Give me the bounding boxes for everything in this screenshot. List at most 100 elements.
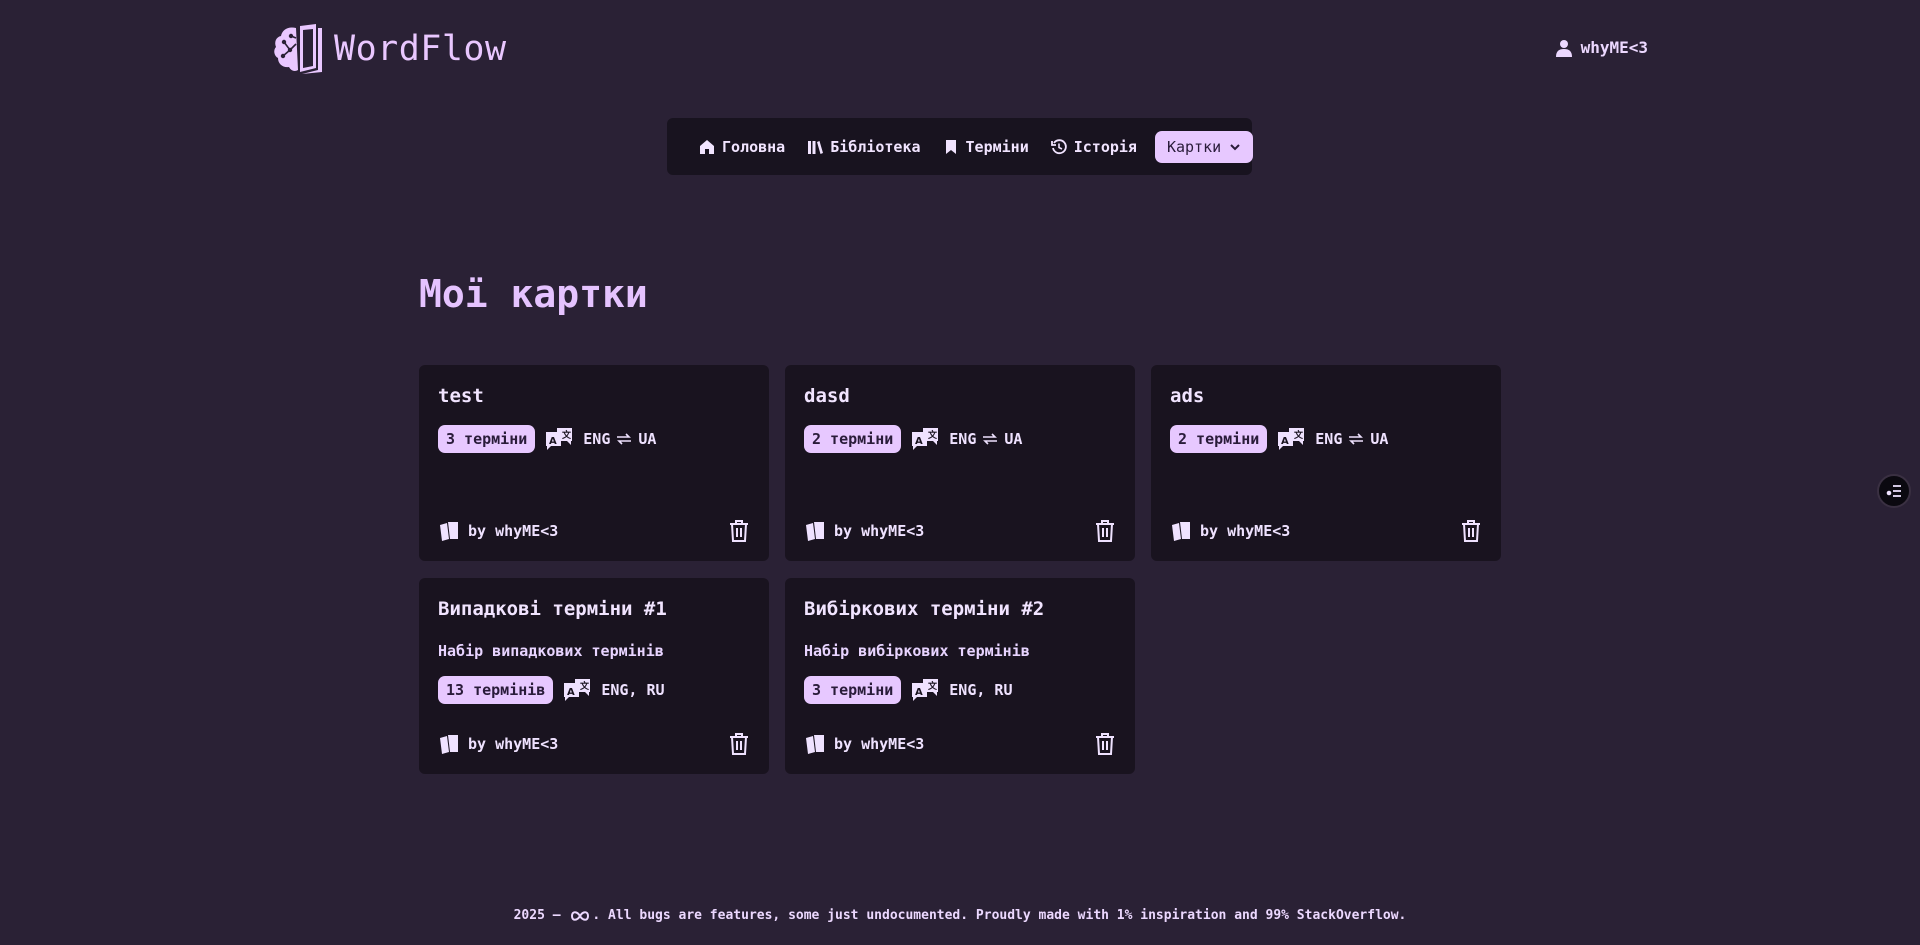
card-author: by whyME<3	[1170, 520, 1290, 542]
nav-library-label: Бібліотека	[830, 137, 921, 156]
cards-icon	[806, 735, 824, 754]
lang-to: UA	[638, 430, 657, 448]
svg-text:文: 文	[561, 429, 572, 441]
username: whyME<3	[1580, 38, 1648, 57]
trash-icon[interactable]	[728, 732, 750, 756]
card-title: Вибіркових терміни #2	[804, 598, 1045, 620]
floating-settings-button[interactable]	[1877, 474, 1911, 508]
term-count-badge: 3 терміни	[438, 425, 536, 453]
card-description: Набір вибіркових термінів	[804, 642, 1030, 660]
term-count-badge: 3 терміни	[804, 676, 902, 704]
history-icon	[1050, 138, 1067, 154]
translate-icon: A文	[912, 428, 939, 450]
trash-icon[interactable]	[1460, 519, 1482, 543]
nav-history[interactable]: Історія	[1050, 137, 1137, 156]
svg-text:文: 文	[927, 429, 938, 441]
svg-text:A: A	[915, 436, 923, 447]
card-description: Набір випадкових термінів	[438, 642, 664, 660]
app-name: WordFlow	[334, 29, 507, 69]
trash-icon[interactable]	[1094, 519, 1116, 543]
author-name: by whyME<3	[834, 735, 925, 753]
nav-library[interactable]: Бібліотека	[807, 137, 921, 156]
card-meta: 3 терміни A文 ENG, RU	[804, 676, 1116, 704]
svg-text:A: A	[549, 436, 557, 447]
svg-text:文: 文	[927, 680, 938, 692]
nav-home[interactable]: Головна	[699, 138, 785, 156]
swap-icon	[617, 433, 632, 445]
translate-icon: A文	[1278, 428, 1305, 450]
nav-cards-dropdown[interactable]: Картки	[1154, 130, 1254, 163]
nav-history-label: Історія	[1073, 137, 1137, 156]
card-meta: 3 терміни A文 ENG UA	[438, 425, 750, 453]
card-footer: by whyME<3	[438, 519, 750, 543]
chevron-down-icon	[1230, 143, 1240, 150]
card-title: dasd	[804, 385, 850, 407]
nav-terms-label: Терміни	[965, 137, 1029, 156]
lang-from: ENG	[1315, 430, 1343, 448]
svg-text:文: 文	[1293, 429, 1304, 441]
bookmark-icon	[945, 139, 956, 154]
card-footer: by whyME<3	[804, 519, 1116, 543]
lang-to: UA	[1370, 430, 1389, 448]
swap-icon	[1349, 433, 1364, 445]
filter-list-icon	[1886, 485, 1901, 497]
author-name: by whyME<3	[468, 735, 559, 753]
cards-icon	[440, 522, 458, 541]
user-menu[interactable]: whyME<3	[1555, 38, 1648, 57]
card-title: ads	[1170, 385, 1205, 407]
cards-icon	[440, 735, 458, 754]
header: WordFlow whyME<3	[0, 0, 1920, 100]
page-title: Мої картки	[419, 272, 648, 316]
trash-icon[interactable]	[1094, 732, 1116, 756]
lang-from: ENG	[583, 430, 611, 448]
library-icon	[808, 140, 824, 154]
flashcard-set[interactable]: Випадкові терміни #1 Набір випадкових те…	[419, 578, 769, 774]
card-author: by whyME<3	[804, 733, 924, 755]
author-name: by whyME<3	[834, 522, 925, 540]
svg-text:A: A	[915, 687, 923, 698]
language-pair: ENG UA	[949, 430, 1022, 448]
lang-to: UA	[1004, 430, 1023, 448]
translate-icon: A文	[912, 679, 939, 701]
term-count-badge: 13 термінів	[438, 676, 554, 704]
translate-icon: A文	[564, 679, 591, 701]
card-author: by whyME<3	[438, 733, 558, 755]
card-footer: by whyME<3	[438, 732, 750, 756]
main-nav: Головна Бібліотека Терміни Історія Картк…	[667, 118, 1254, 175]
home-icon	[700, 139, 714, 154]
svg-text:A: A	[1281, 436, 1289, 447]
brain-book-icon	[274, 24, 322, 74]
footer-prefix: 2025 –	[513, 908, 561, 923]
author-name: by whyME<3	[1200, 522, 1291, 540]
card-title: test	[438, 385, 484, 407]
logo[interactable]: WordFlow	[272, 22, 507, 76]
trash-icon[interactable]	[728, 519, 750, 543]
translate-icon: A文	[546, 428, 573, 450]
card-footer: by whyME<3	[1170, 519, 1482, 543]
swap-icon	[983, 433, 998, 445]
svg-text:A: A	[567, 687, 575, 698]
footer: 2025 – . All bugs are features, some jus…	[0, 908, 1920, 923]
term-count-badge: 2 терміни	[804, 425, 902, 453]
flashcard-set[interactable]: ads 2 терміни A文 ENG UA by whyME<3	[1151, 365, 1501, 561]
flashcard-set[interactable]: dasd 2 терміни A文 ENG UA by whyME<3	[785, 365, 1135, 561]
nav-terms[interactable]: Терміни	[943, 138, 1029, 156]
language-pair: ENG UA	[583, 430, 656, 448]
svg-text:文: 文	[579, 680, 590, 692]
card-meta: 13 термінів A文 ENG, RU	[438, 676, 750, 704]
lang-from: ENG	[949, 430, 977, 448]
card-footer: by whyME<3	[804, 732, 1116, 756]
card-author: by whyME<3	[804, 520, 924, 542]
cards-icon	[1172, 522, 1190, 541]
card-meta: 2 терміни A文 ENG UA	[1170, 425, 1482, 453]
infinity-icon	[571, 910, 590, 921]
flashcard-set[interactable]: test 3 терміни A文 ENG UA by whyME<3	[419, 365, 769, 561]
flashcard-set[interactable]: Вибіркових терміни #2 Набір вибіркових т…	[785, 578, 1135, 774]
cards-icon	[806, 522, 824, 541]
card-title: Випадкові терміни #1	[438, 598, 667, 620]
languages: ENG, RU	[949, 681, 1013, 699]
author-name: by whyME<3	[468, 522, 559, 540]
card-author: by whyME<3	[438, 520, 558, 542]
user-icon	[1555, 39, 1572, 57]
language-pair: ENG UA	[1315, 430, 1388, 448]
